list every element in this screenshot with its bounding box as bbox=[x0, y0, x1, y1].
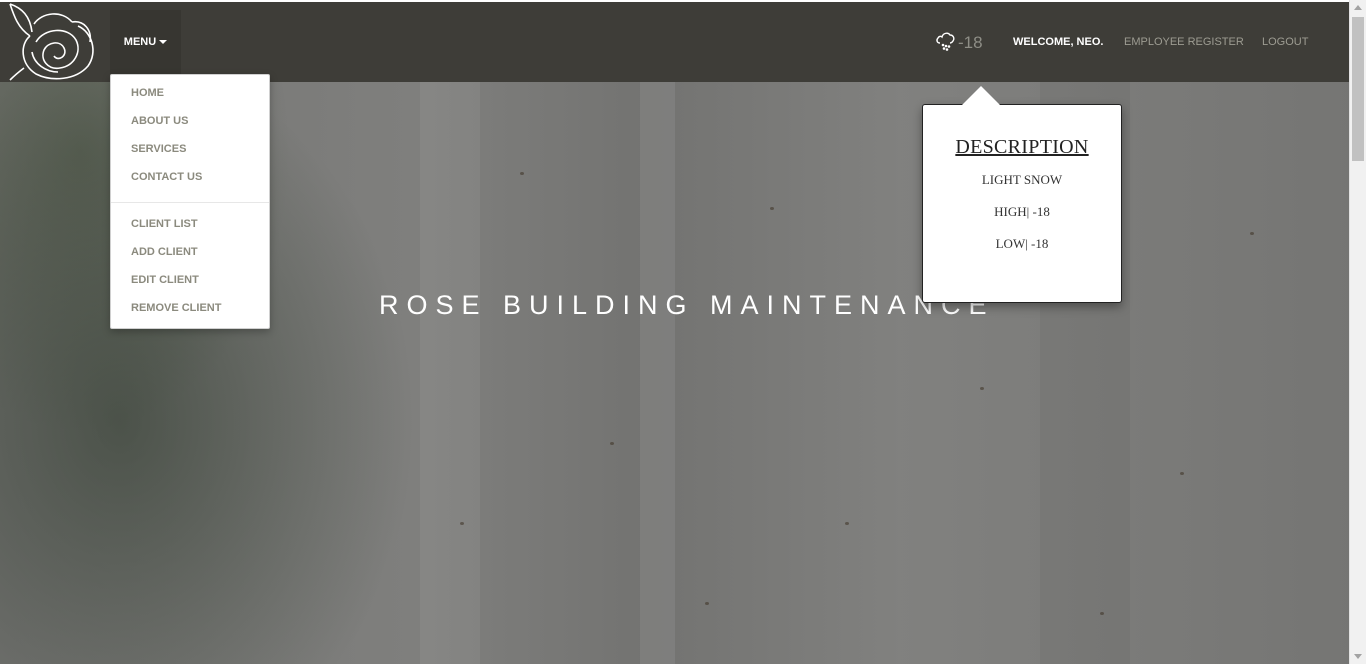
employee-register-link[interactable]: EMPLOYEE REGISTER bbox=[1124, 36, 1244, 48]
wall-speck bbox=[980, 387, 984, 390]
snow-cloud-icon bbox=[935, 30, 957, 57]
vertical-scrollbar[interactable] bbox=[1349, 0, 1366, 664]
page-viewport: ROSE BUILDING MAINTENANCE MENU -18 WELCO… bbox=[0, 0, 1349, 664]
menu-item-about-us[interactable]: ABOUT US bbox=[131, 115, 188, 127]
menu-item-services[interactable]: SERVICES bbox=[131, 143, 186, 155]
wall-speck bbox=[520, 172, 524, 175]
wall-streak bbox=[640, 82, 675, 664]
weather-high: HIGH| -18 bbox=[994, 204, 1050, 219]
wall-speck bbox=[845, 522, 849, 525]
wall-speck bbox=[610, 442, 614, 445]
weather-condition: LIGHT SNOW bbox=[981, 172, 1063, 187]
scroll-up-arrow-icon[interactable] bbox=[1354, 5, 1362, 10]
welcome-text: WELCOME, NEO. bbox=[1013, 36, 1104, 48]
weather-low: LOW| -18 bbox=[995, 236, 1049, 251]
wall-speck bbox=[705, 602, 709, 605]
menu-item-home[interactable]: HOME bbox=[131, 87, 164, 99]
wall-speck bbox=[770, 207, 774, 210]
weather-temperature: -18 bbox=[958, 33, 983, 52]
rose-logo-icon[interactable] bbox=[6, 2, 96, 82]
wall-streak bbox=[420, 82, 480, 664]
menu-item-add-client[interactable]: ADD CLIENT bbox=[131, 246, 198, 258]
menu-dropdown: HOME ABOUT US SERVICES CONTACT US CLIENT… bbox=[110, 74, 270, 329]
scrollbar-thumb[interactable] bbox=[1352, 17, 1364, 161]
popover-arrow bbox=[962, 86, 1000, 105]
menu-item-edit-client[interactable]: EDIT CLIENT bbox=[131, 274, 199, 286]
hero-title: ROSE BUILDING MAINTENANCE bbox=[379, 290, 995, 320]
menu-label: MENU bbox=[123, 36, 157, 48]
menu-item-client-list[interactable]: CLIENT LIST bbox=[131, 218, 198, 230]
top-navbar: MENU -18 WELCOME, NEO. EMPLOYEE REGISTER… bbox=[0, 2, 1349, 82]
wall-speck bbox=[1100, 612, 1104, 615]
menu-toggle-button[interactable]: MENU bbox=[110, 10, 181, 74]
menu-divider bbox=[111, 202, 269, 203]
popover-title: DESCRIPTION bbox=[955, 136, 1089, 158]
caret-down-icon bbox=[159, 40, 168, 44]
weather-popover: DESCRIPTION LIGHT SNOW HIGH| -18 LOW| -1… bbox=[922, 86, 1122, 303]
wall-speck bbox=[1250, 232, 1254, 235]
weather-button[interactable]: -18 bbox=[935, 30, 983, 56]
menu-item-remove-client[interactable]: REMOVE CLIENT bbox=[131, 302, 221, 314]
wall-speck bbox=[460, 522, 464, 525]
logout-link[interactable]: LOGOUT bbox=[1262, 36, 1308, 48]
wall-speck bbox=[1180, 472, 1184, 475]
scroll-down-arrow-icon[interactable] bbox=[1354, 654, 1362, 659]
menu-item-contact-us[interactable]: CONTACT US bbox=[131, 171, 202, 183]
